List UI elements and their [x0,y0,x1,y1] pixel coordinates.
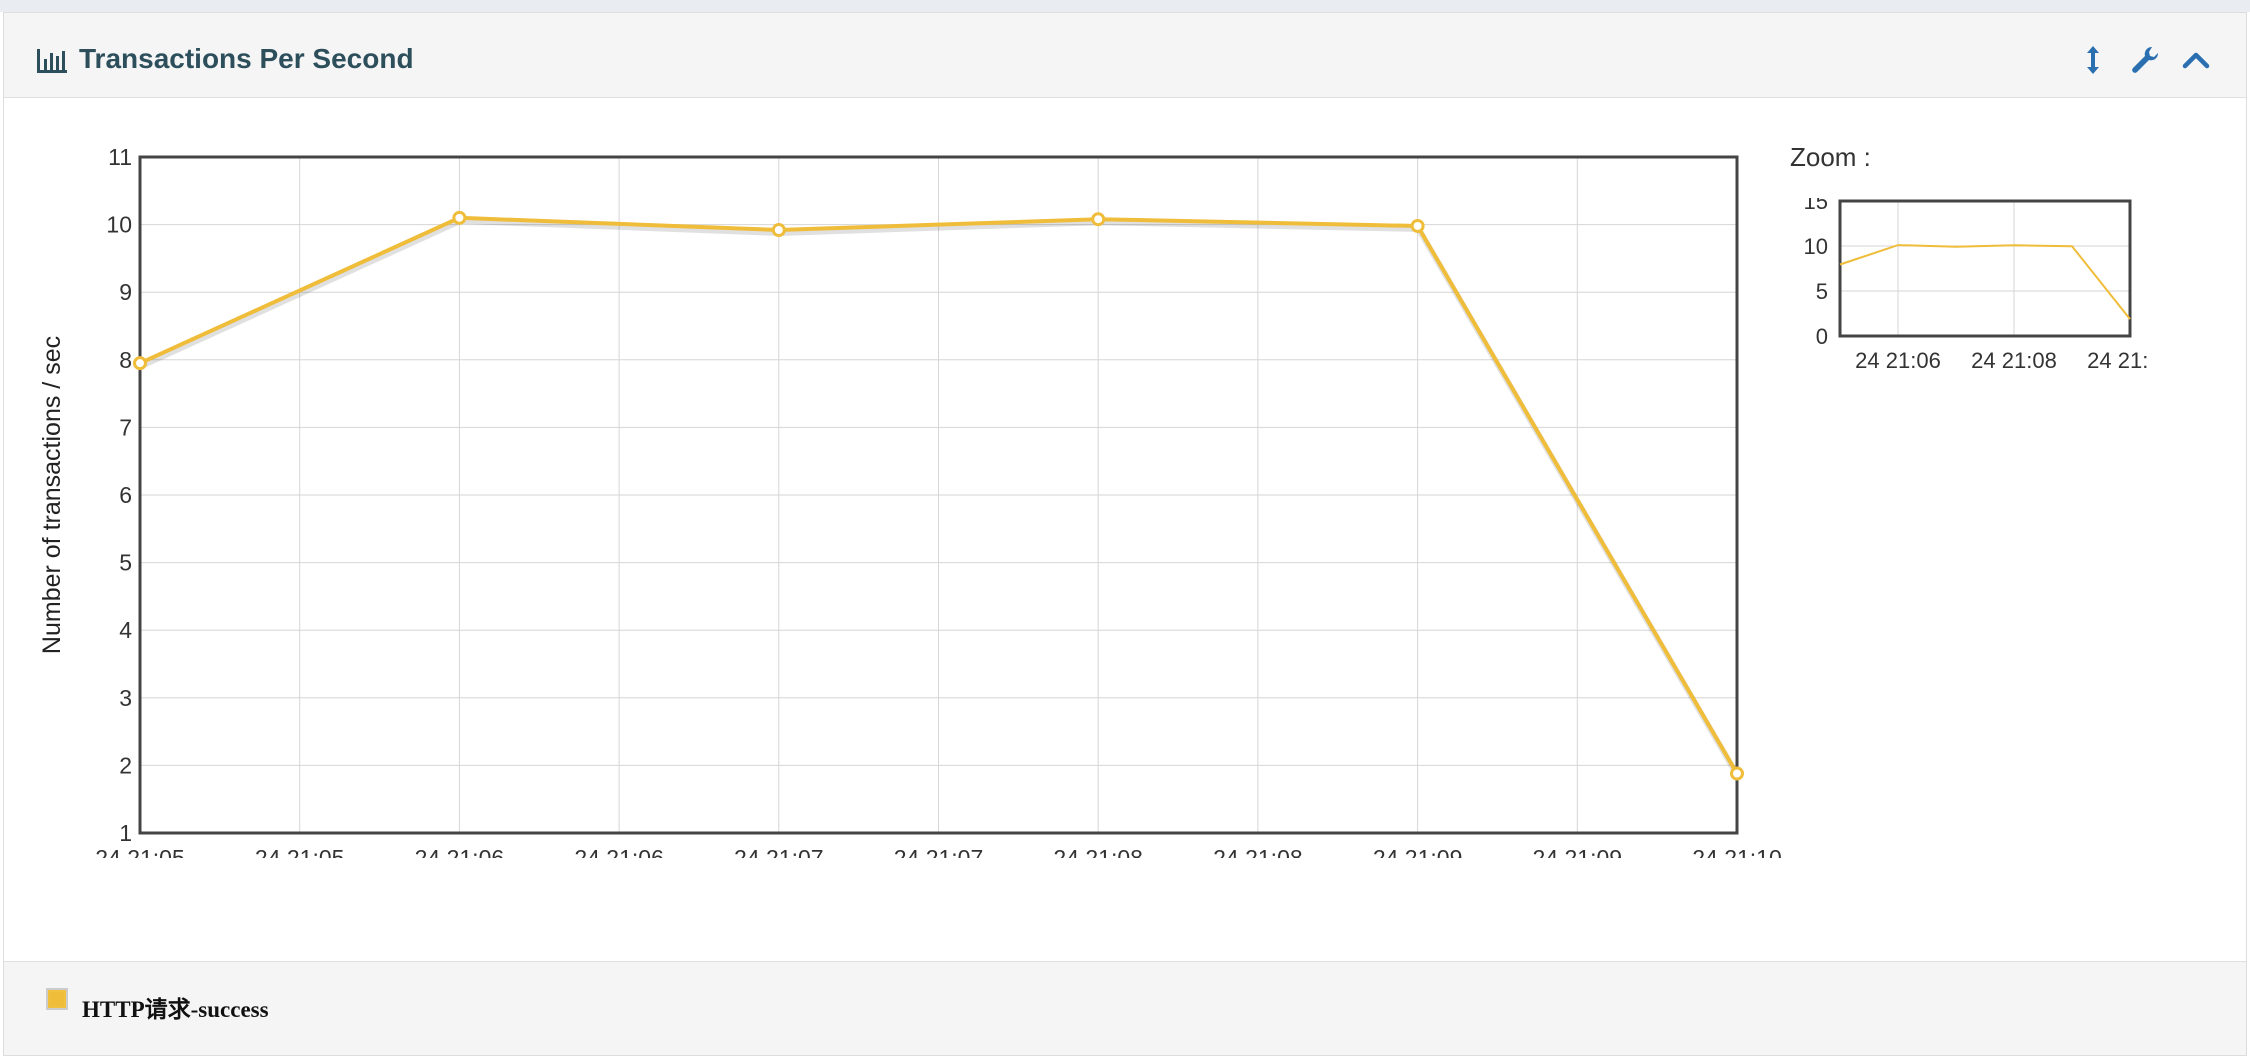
y-tick-label: 6 [119,482,132,508]
legend-bar: HTTP请求-success [4,961,2246,1055]
legend-label[interactable]: HTTP请求-success [82,990,269,1024]
data-point [1730,766,1744,781]
series-shadow [139,217,1741,779]
zoom-x-tick-label: 24 21:08 [1971,348,2057,373]
zoom-y-tick-label: 10 [1804,234,1828,259]
y-tick-label: 10 [106,212,132,238]
zoom-series-line [1839,244,2131,320]
data-point [133,356,147,371]
data-point [1410,218,1425,233]
x-tick-label: 24 21:07 [734,845,824,858]
zoom-frame [1838,199,2132,338]
y-tick-label: 1 [119,820,132,846]
x-tick-label: 24 21:09 [1533,845,1623,858]
zoom-y-tick-label: 5 [1816,279,1828,304]
legend-swatch[interactable] [46,988,68,1010]
x-tick-label: 24 21:08 [1213,845,1303,858]
y-axis-label: Number of transactions / sec [38,336,66,654]
tps-panel: Transactions Per Second 1 2 3 4 5 6 7 8 9 10 11 24 … [3,12,2247,1056]
y-tick-label: 11 [108,144,132,170]
main-chart[interactable]: 1 2 3 4 5 6 7 8 9 10 11 24 21:05 24 21:05 24 21:06 24 … [4,98,1784,858]
x-tick-label: 24 21:05 [95,845,185,858]
wrench-icon[interactable] [2128,43,2162,77]
x-tick-label: 24 21:06 [574,845,664,858]
x-tick-label: 24 21:07 [894,845,984,858]
bar-chart-icon [37,49,67,73]
panel-title: Transactions Per Second [79,43,414,74]
zoom-chart[interactable]: 0 5 10 15 24 21:06 24 21:08 24 21:10 [1790,198,2150,398]
x-tick-label: 24 21:05 [255,845,345,858]
top-strip [0,0,2250,12]
x-tick-label: 24 21:09 [1373,845,1463,858]
zoom-y-tick-label: 0 [1816,324,1828,349]
data-point [771,223,786,238]
zoom-x-tick-label: 24 21:10 [2087,348,2150,373]
chart-area: 1 2 3 4 5 6 7 8 9 10 11 24 21:05 24 21:05 24 21:06 24 … [4,98,2246,961]
y-tick-label: 5 [119,550,132,576]
zoom-x-tick-label: 24 21:06 [1855,348,1941,373]
y-tick-label: 9 [119,279,132,305]
zoom-y-tick-label: 15 [1804,198,1828,214]
chevron-up-icon[interactable] [2179,43,2213,77]
x-tick-label: 24 21:08 [1053,845,1143,858]
panel-header: Transactions Per Second [4,13,2246,98]
y-tick-label: 2 [119,752,132,778]
y-tick-label: 8 [119,347,132,373]
y-tick-label: 7 [119,414,132,440]
x-tick-label: 24 21:06 [415,845,505,858]
y-tick-label: 3 [119,685,132,711]
data-point [1091,212,1106,227]
y-tick-label: 4 [119,617,132,643]
resize-vertical-icon[interactable] [2076,43,2110,77]
zoom-label: Zoom : [1790,142,1871,172]
x-tick-label: 24 21:10 [1692,845,1782,858]
data-point [452,210,467,225]
